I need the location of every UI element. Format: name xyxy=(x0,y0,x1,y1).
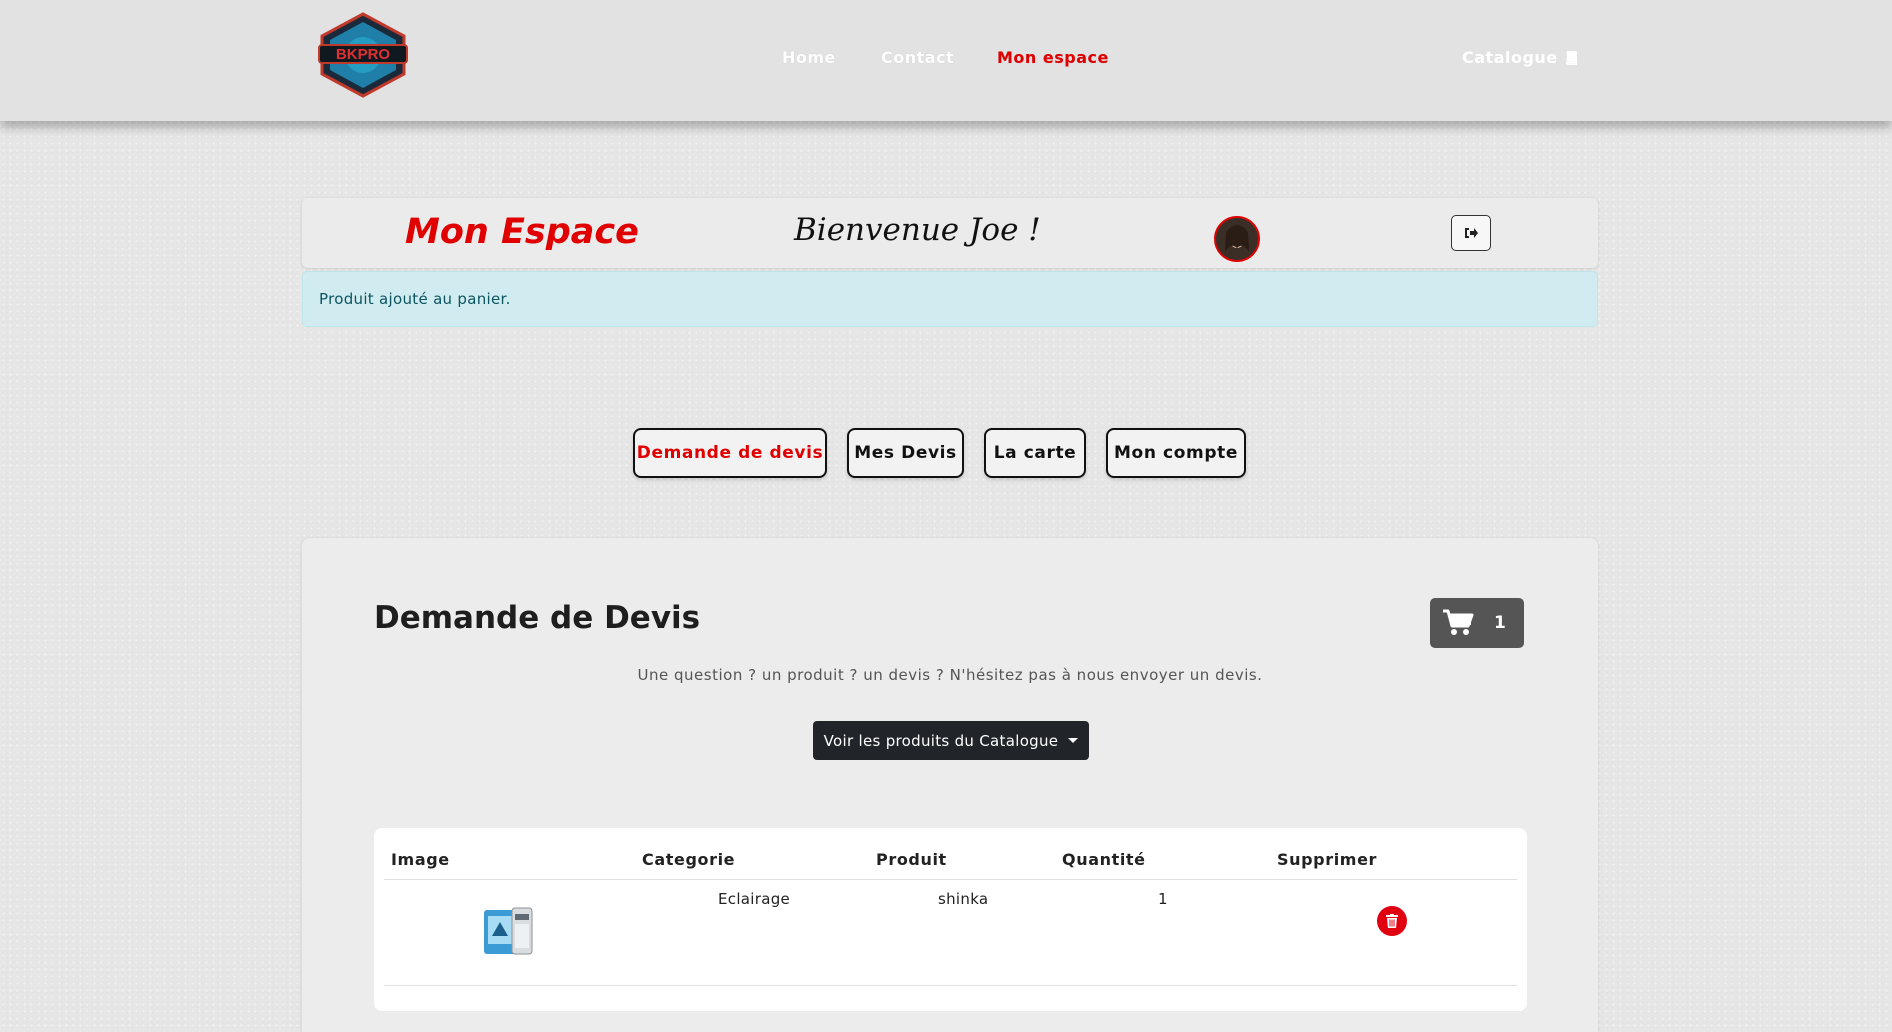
cart-count: 1 xyxy=(1494,613,1506,633)
welcome-message: Bienvenue Joe ! xyxy=(794,212,1041,248)
nav-contact[interactable]: Contact xyxy=(881,48,954,67)
column-header-quantite: Quantité xyxy=(1062,850,1146,869)
cart-button[interactable]: 1 xyxy=(1430,598,1524,648)
tab-la-carte[interactable]: La carte xyxy=(984,428,1086,478)
catalogue-dropdown-button[interactable]: Voir les produits du Catalogue xyxy=(813,721,1089,760)
nav-home[interactable]: Home xyxy=(782,48,836,67)
cell-produit: shinka xyxy=(938,890,989,908)
row-divider xyxy=(384,985,1517,986)
book-icon xyxy=(1565,51,1577,65)
devis-card: Demande de Devis 1 Une question ? un pro… xyxy=(302,538,1598,1032)
trash-icon xyxy=(1386,914,1398,928)
espace-header-card: Mon Espace Bienvenue Joe ! xyxy=(302,198,1598,268)
product-thumbnail xyxy=(484,907,533,955)
shopping-cart-icon xyxy=(1443,609,1474,635)
bkpro-logo[interactable]: BKPRO xyxy=(316,12,410,98)
column-header-categorie: Categorie xyxy=(642,850,736,869)
logout-button[interactable] xyxy=(1451,215,1491,251)
tab-mon-compte[interactable]: Mon compte xyxy=(1106,428,1246,478)
dropdown-label: Voir les produits du Catalogue xyxy=(823,731,1059,750)
nav-catalogue[interactable]: Catalogue xyxy=(1462,48,1579,67)
header-divider xyxy=(384,879,1517,880)
nav-mon-espace[interactable]: Mon espace xyxy=(997,48,1109,67)
cell-quantite: 1 xyxy=(1158,890,1168,908)
page-title: Mon Espace xyxy=(405,212,639,252)
delete-button[interactable] xyxy=(1377,906,1407,936)
top-navbar: BKPRO Home Contact Mon espace Catalogue xyxy=(0,0,1892,121)
cart-table: Image Categorie Produit Quantité Supprim… xyxy=(374,828,1527,1011)
catalogue-label: Catalogue xyxy=(1462,48,1558,67)
tab-demande-de-devis[interactable]: Demande de devis xyxy=(633,428,827,478)
section-title: Demande de Devis xyxy=(374,600,701,636)
tab-mes-devis[interactable]: Mes Devis xyxy=(847,428,964,478)
column-header-image: Image xyxy=(391,850,450,869)
sign-out-icon xyxy=(1465,228,1478,238)
caret-down-icon xyxy=(1068,738,1079,743)
user-photo-icon xyxy=(1216,218,1258,260)
avatar[interactable] xyxy=(1214,216,1260,262)
column-header-produit: Produit xyxy=(876,850,947,869)
section-subtitle: Une question ? un produit ? un devis ? N… xyxy=(637,666,1263,684)
logo-text: BKPRO xyxy=(336,46,391,63)
column-header-supprimer: Supprimer xyxy=(1277,850,1378,869)
cell-categorie: Eclairage xyxy=(718,890,791,908)
success-alert: Produit ajouté au panier. xyxy=(302,271,1598,327)
